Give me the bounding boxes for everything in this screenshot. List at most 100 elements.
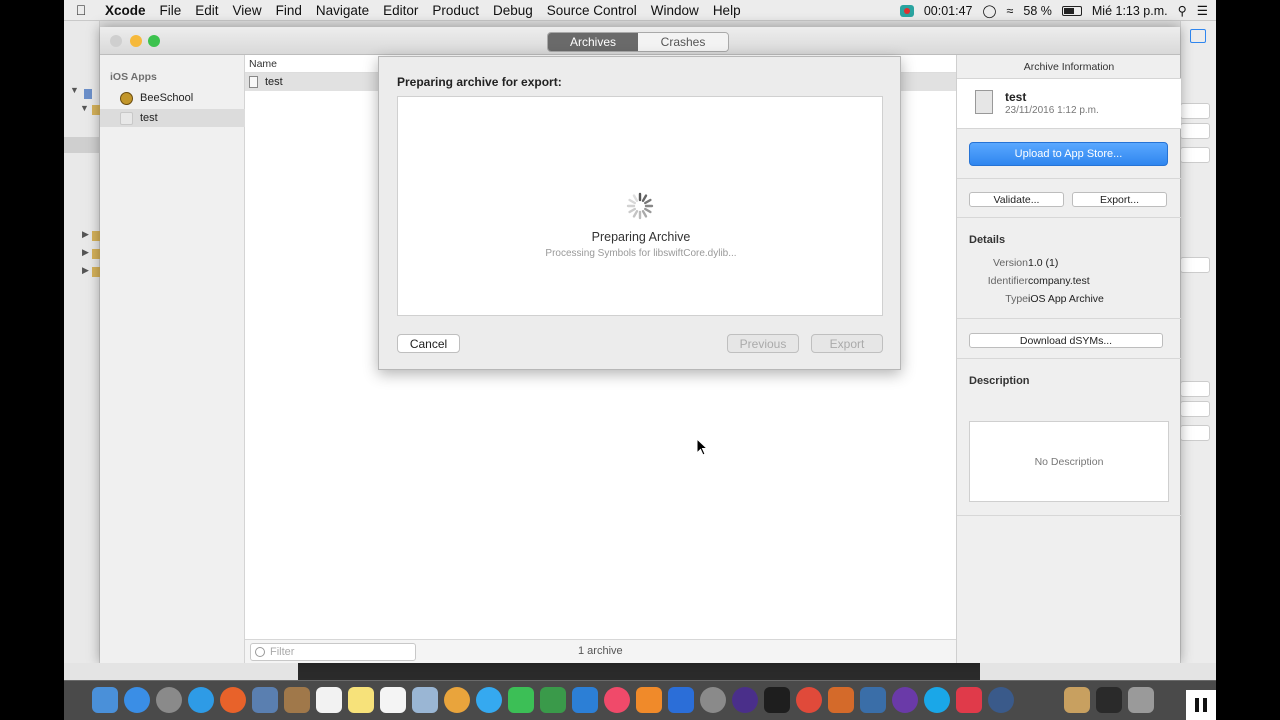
utilities-field[interactable] bbox=[1180, 257, 1210, 273]
messages-icon[interactable] bbox=[476, 687, 502, 713]
menu-navigate[interactable]: Navigate bbox=[309, 3, 376, 18]
menu-debug[interactable]: Debug bbox=[486, 3, 540, 18]
app-store-icon[interactable] bbox=[124, 687, 150, 713]
export-next-button[interactable]: Export bbox=[811, 334, 883, 353]
utilities-toggle-icon[interactable] bbox=[1190, 29, 1206, 43]
description-field[interactable]: No Description bbox=[969, 421, 1169, 502]
disclosure-triangle-icon[interactable]: ▶ bbox=[82, 229, 90, 240]
contacts-icon[interactable] bbox=[284, 687, 310, 713]
check-icon[interactable]: ◯ bbox=[983, 3, 997, 18]
notification-center-icon[interactable]: ☰ bbox=[1197, 3, 1208, 18]
zoom-window-icon[interactable] bbox=[148, 35, 160, 47]
close-window-icon[interactable] bbox=[110, 35, 122, 47]
notes-icon[interactable] bbox=[348, 687, 374, 713]
sidebar-item-beeschool[interactable]: BeeSchool bbox=[100, 89, 245, 107]
utilities-field[interactable] bbox=[1180, 425, 1210, 441]
battery-icon[interactable] bbox=[1061, 5, 1082, 16]
description-placeholder: No Description bbox=[1034, 455, 1104, 468]
sidebar-item-test[interactable]: test bbox=[100, 109, 245, 127]
system-preferences-icon[interactable] bbox=[700, 687, 726, 713]
menu-editor[interactable]: Editor bbox=[376, 3, 425, 18]
menu-source-control[interactable]: Source Control bbox=[540, 3, 644, 18]
skype-icon[interactable] bbox=[924, 687, 950, 713]
firefox-icon[interactable] bbox=[220, 687, 246, 713]
export-button[interactable]: Export... bbox=[1072, 192, 1167, 207]
spotlight-search-icon[interactable]: ⚲ bbox=[1178, 3, 1187, 18]
menu-help[interactable]: Help bbox=[706, 3, 748, 18]
utilities-field[interactable] bbox=[1180, 401, 1210, 417]
menu-edit[interactable]: Edit bbox=[188, 3, 225, 18]
cancel-button[interactable]: Cancel bbox=[397, 334, 460, 353]
folder-icon bbox=[92, 105, 100, 115]
xcode-icon[interactable] bbox=[668, 687, 694, 713]
progress-title: Preparing Archive bbox=[591, 230, 691, 244]
minimize-window-icon[interactable] bbox=[130, 35, 142, 47]
organizer-tab-control: Archives Crashes bbox=[547, 32, 729, 52]
divider bbox=[957, 358, 1181, 359]
calendar-icon[interactable] bbox=[316, 687, 342, 713]
sheet-content: Preparing Archive Processing Symbols for… bbox=[397, 96, 883, 316]
trash-icon[interactable] bbox=[1128, 687, 1154, 713]
menu-product[interactable]: Product bbox=[425, 3, 486, 18]
screen-recorder-icon[interactable] bbox=[956, 687, 982, 713]
screenshot-stack-icon[interactable] bbox=[1096, 687, 1122, 713]
folder-icon bbox=[92, 249, 100, 259]
upload-to-app-store-button[interactable]: Upload to App Store... bbox=[969, 142, 1168, 166]
menu-view[interactable]: View bbox=[226, 3, 269, 18]
sidebar-group-label: iOS Apps bbox=[110, 71, 157, 83]
archive-icon bbox=[975, 90, 993, 114]
divider bbox=[957, 515, 1181, 516]
disclosure-triangle-icon[interactable]: ▶ bbox=[82, 247, 90, 258]
utilities-field[interactable] bbox=[1180, 381, 1210, 397]
disclosure-triangle-icon[interactable]: ▶ bbox=[82, 265, 90, 276]
utilities-field[interactable] bbox=[1180, 123, 1210, 139]
eclipse-icon[interactable] bbox=[732, 687, 758, 713]
tab-archives[interactable]: Archives bbox=[548, 33, 638, 51]
menu-clock[interactable]: Mié 1:13 p.m. bbox=[1092, 4, 1168, 18]
menu-file[interactable]: File bbox=[153, 3, 189, 18]
github-icon[interactable] bbox=[892, 687, 918, 713]
menu-window[interactable]: Window bbox=[644, 3, 706, 18]
sublime-text-icon[interactable] bbox=[828, 687, 854, 713]
terminal-icon[interactable] bbox=[764, 687, 790, 713]
safari-icon[interactable] bbox=[188, 687, 214, 713]
numbers-icon[interactable] bbox=[540, 687, 566, 713]
wifi-icon[interactable]: ≈ bbox=[1007, 4, 1014, 18]
reminders-icon[interactable] bbox=[380, 687, 406, 713]
chrome-icon[interactable] bbox=[796, 687, 822, 713]
tab-crashes[interactable]: Crashes bbox=[638, 33, 728, 51]
export-sheet: Preparing archive for export: Preparing … bbox=[378, 56, 901, 370]
apple-menu-icon[interactable]:  bbox=[64, 2, 98, 18]
detail-value: company.test bbox=[1028, 275, 1090, 287]
itunes-icon[interactable] bbox=[604, 687, 630, 713]
keynote-icon[interactable] bbox=[572, 687, 598, 713]
quicktime-icon[interactable] bbox=[988, 687, 1014, 713]
photos-icon[interactable] bbox=[444, 687, 470, 713]
ibooks-icon[interactable] bbox=[636, 687, 662, 713]
details-title: Details bbox=[969, 234, 1006, 246]
project-navigator: ▼ ▼ ▶ ▶ ▶ bbox=[64, 21, 100, 663]
download-dsyms-button[interactable]: Download dSYMs... bbox=[969, 333, 1163, 348]
disclosure-triangle-icon[interactable]: ▼ bbox=[80, 103, 89, 113]
filter-input[interactable]: Filter bbox=[250, 643, 416, 661]
archive-count: 1 archive bbox=[578, 645, 623, 657]
disclosure-triangle-icon[interactable]: ▼ bbox=[70, 85, 79, 95]
utilities-field[interactable] bbox=[1180, 147, 1210, 163]
utilities-field[interactable] bbox=[1180, 103, 1210, 119]
pause-recording-button[interactable] bbox=[1186, 690, 1216, 720]
menu-find[interactable]: Find bbox=[269, 3, 309, 18]
launchpad-icon[interactable] bbox=[156, 687, 182, 713]
photo-booth-icon[interactable] bbox=[412, 687, 438, 713]
facetime-icon[interactable] bbox=[508, 687, 534, 713]
menu-xcode[interactable]: Xcode bbox=[98, 3, 153, 18]
divider bbox=[957, 318, 1181, 319]
finder-icon[interactable] bbox=[92, 687, 118, 713]
preview-icon[interactable] bbox=[252, 687, 278, 713]
archive-information-panel: Archive Information test 23/11/2016 1:12… bbox=[956, 55, 1181, 663]
previous-button[interactable]: Previous bbox=[727, 334, 799, 353]
downloads-stack-icon[interactable] bbox=[1064, 687, 1090, 713]
detail-key: Type bbox=[1005, 293, 1028, 305]
validate-button[interactable]: Validate... bbox=[969, 192, 1064, 207]
recording-icon[interactable] bbox=[899, 4, 914, 17]
postgres-icon[interactable] bbox=[860, 687, 886, 713]
